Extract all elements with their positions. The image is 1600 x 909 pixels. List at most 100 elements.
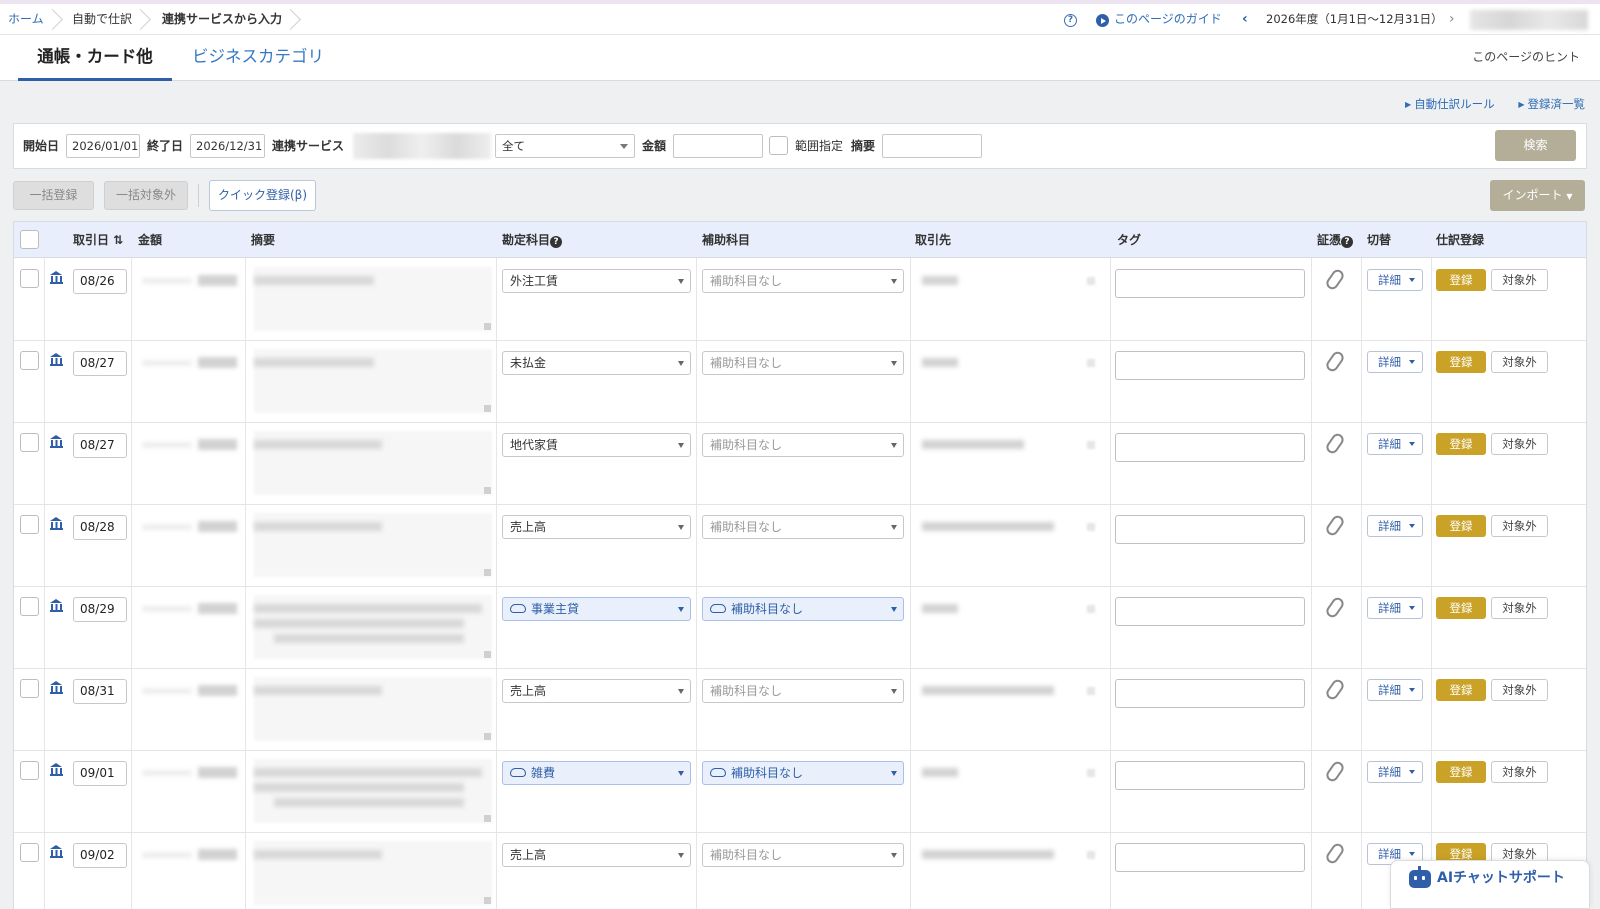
auto-rules-link[interactable]: ▶ 自動仕訳ルール <box>1395 97 1495 111</box>
amount-input[interactable] <box>673 134 763 158</box>
service-select-blurred[interactable] <box>353 133 491 159</box>
paperclip-icon[interactable] <box>1326 843 1342 863</box>
row-checkbox[interactable] <box>20 843 39 862</box>
bulk-register-button[interactable]: 一括登録 <box>13 181 94 210</box>
start-date-input[interactable]: 2026/01/01 <box>66 134 140 158</box>
date-input[interactable]: 08/28 <box>73 515 127 540</box>
sub-account-select[interactable]: 補助科目なし <box>702 679 904 703</box>
search-button[interactable]: 検索 <box>1495 130 1576 161</box>
account-select[interactable]: 外注工賃 <box>502 269 691 293</box>
breadcrumb-home[interactable]: ホーム <box>8 4 44 35</box>
exclude-button[interactable]: 対象外 <box>1491 351 1548 373</box>
date-input[interactable]: 08/27 <box>73 351 127 376</box>
detail-button[interactable]: 詳細 <box>1367 761 1423 783</box>
partner-clear-icon[interactable] <box>1087 687 1095 695</box>
chevron-right-icon[interactable]: › <box>1449 4 1455 35</box>
paperclip-icon[interactable] <box>1326 597 1342 617</box>
tag-input[interactable] <box>1115 351 1305 380</box>
account-select[interactable]: 売上高 <box>502 679 691 703</box>
paperclip-icon[interactable] <box>1326 515 1342 535</box>
register-button[interactable]: 登録 <box>1436 351 1486 373</box>
partner-clear-icon[interactable] <box>1087 769 1095 777</box>
exclude-button[interactable]: 対象外 <box>1491 515 1548 537</box>
memo-input[interactable] <box>882 134 982 158</box>
account-select[interactable]: 地代家賃 <box>502 433 691 457</box>
exclude-button[interactable]: 対象外 <box>1491 597 1548 619</box>
sub-account-select[interactable]: 補助科目なし <box>702 761 904 785</box>
tag-input[interactable] <box>1115 843 1305 872</box>
account-select[interactable]: 未払金 <box>502 351 691 375</box>
register-button[interactable]: 登録 <box>1436 597 1486 619</box>
chevron-left-icon[interactable]: ‹ <box>1242 4 1248 35</box>
account-select[interactable]: 事業主貸 <box>502 597 691 621</box>
tag-input[interactable] <box>1115 597 1305 626</box>
resize-handle[interactable] <box>484 733 491 740</box>
partner-clear-icon[interactable] <box>1087 851 1095 859</box>
bulk-exclude-button[interactable]: 一括対象外 <box>104 181 188 210</box>
row-checkbox[interactable] <box>20 269 39 288</box>
partner-blurred[interactable] <box>922 604 958 613</box>
detail-button[interactable]: 詳細 <box>1367 433 1423 455</box>
account-select[interactable]: 売上高 <box>502 843 691 867</box>
resize-handle[interactable] <box>484 323 491 330</box>
resize-handle[interactable] <box>484 815 491 822</box>
paperclip-icon[interactable] <box>1326 351 1342 371</box>
col-date[interactable]: 取引日 ⇅ <box>73 222 123 258</box>
tab-business-category[interactable]: ビジネスカテゴリ <box>192 35 324 81</box>
tag-input[interactable] <box>1115 433 1305 462</box>
partner-clear-icon[interactable] <box>1087 277 1095 285</box>
register-button[interactable]: 登録 <box>1436 679 1486 701</box>
row-checkbox[interactable] <box>20 433 39 452</box>
date-input[interactable]: 09/01 <box>73 761 127 786</box>
date-input[interactable]: 08/29 <box>73 597 127 622</box>
paperclip-icon[interactable] <box>1326 433 1342 453</box>
resize-handle[interactable] <box>484 651 491 658</box>
date-input[interactable]: 08/27 <box>73 433 127 458</box>
resize-handle[interactable] <box>484 569 491 576</box>
tag-input[interactable] <box>1115 761 1305 790</box>
account-filter-select[interactable]: 全て <box>495 134 635 158</box>
partner-clear-icon[interactable] <box>1087 605 1095 613</box>
exclude-button[interactable]: 対象外 <box>1491 679 1548 701</box>
user-menu-blurred[interactable] <box>1470 10 1588 30</box>
row-checkbox[interactable] <box>20 597 39 616</box>
tag-input[interactable] <box>1115 679 1305 708</box>
sub-account-select[interactable]: 補助科目なし <box>702 597 904 621</box>
date-input[interactable]: 09/02 <box>73 843 127 868</box>
paperclip-icon[interactable] <box>1326 761 1342 781</box>
ai-chat-support-button[interactable]: AIチャットサポート <box>1390 860 1590 909</box>
page-guide-link[interactable]: このページのガイド <box>1114 4 1222 35</box>
registered-list-link[interactable]: ▶ 登録済一覧 <box>1508 97 1585 111</box>
partner-clear-icon[interactable] <box>1087 441 1095 449</box>
page-hint-link[interactable]: このページのヒント <box>1472 35 1580 79</box>
import-button[interactable]: インポート ▼ <box>1490 180 1585 211</box>
sub-account-select[interactable]: 補助科目なし <box>702 433 904 457</box>
row-checkbox[interactable] <box>20 515 39 534</box>
tag-input[interactable] <box>1115 515 1305 544</box>
partner-blurred[interactable] <box>922 358 958 367</box>
detail-button[interactable]: 詳細 <box>1367 515 1423 537</box>
date-input[interactable]: 08/31 <box>73 679 127 704</box>
detail-button[interactable]: 詳細 <box>1367 351 1423 373</box>
register-button[interactable]: 登録 <box>1436 269 1486 291</box>
tag-input[interactable] <box>1115 269 1305 298</box>
partner-blurred[interactable] <box>922 522 1054 531</box>
select-all-checkbox[interactable] <box>20 230 39 249</box>
sub-account-select[interactable]: 補助科目なし <box>702 515 904 539</box>
partner-blurred[interactable] <box>922 440 1024 449</box>
detail-button[interactable]: 詳細 <box>1367 269 1423 291</box>
help-icon[interactable]: ? <box>550 236 563 248</box>
register-button[interactable]: 登録 <box>1436 515 1486 537</box>
partner-blurred[interactable] <box>922 850 1054 859</box>
row-checkbox[interactable] <box>20 761 39 780</box>
account-select[interactable]: 売上高 <box>502 515 691 539</box>
register-button[interactable]: 登録 <box>1436 761 1486 783</box>
range-checkbox[interactable] <box>769 136 788 155</box>
detail-button[interactable]: 詳細 <box>1367 679 1423 701</box>
end-date-input[interactable]: 2026/12/31 <box>190 134 265 158</box>
sub-account-select[interactable]: 補助科目なし <box>702 269 904 293</box>
resize-handle[interactable] <box>484 487 491 494</box>
paperclip-icon[interactable] <box>1326 269 1342 289</box>
exclude-button[interactable]: 対象外 <box>1491 761 1548 783</box>
register-button[interactable]: 登録 <box>1436 433 1486 455</box>
